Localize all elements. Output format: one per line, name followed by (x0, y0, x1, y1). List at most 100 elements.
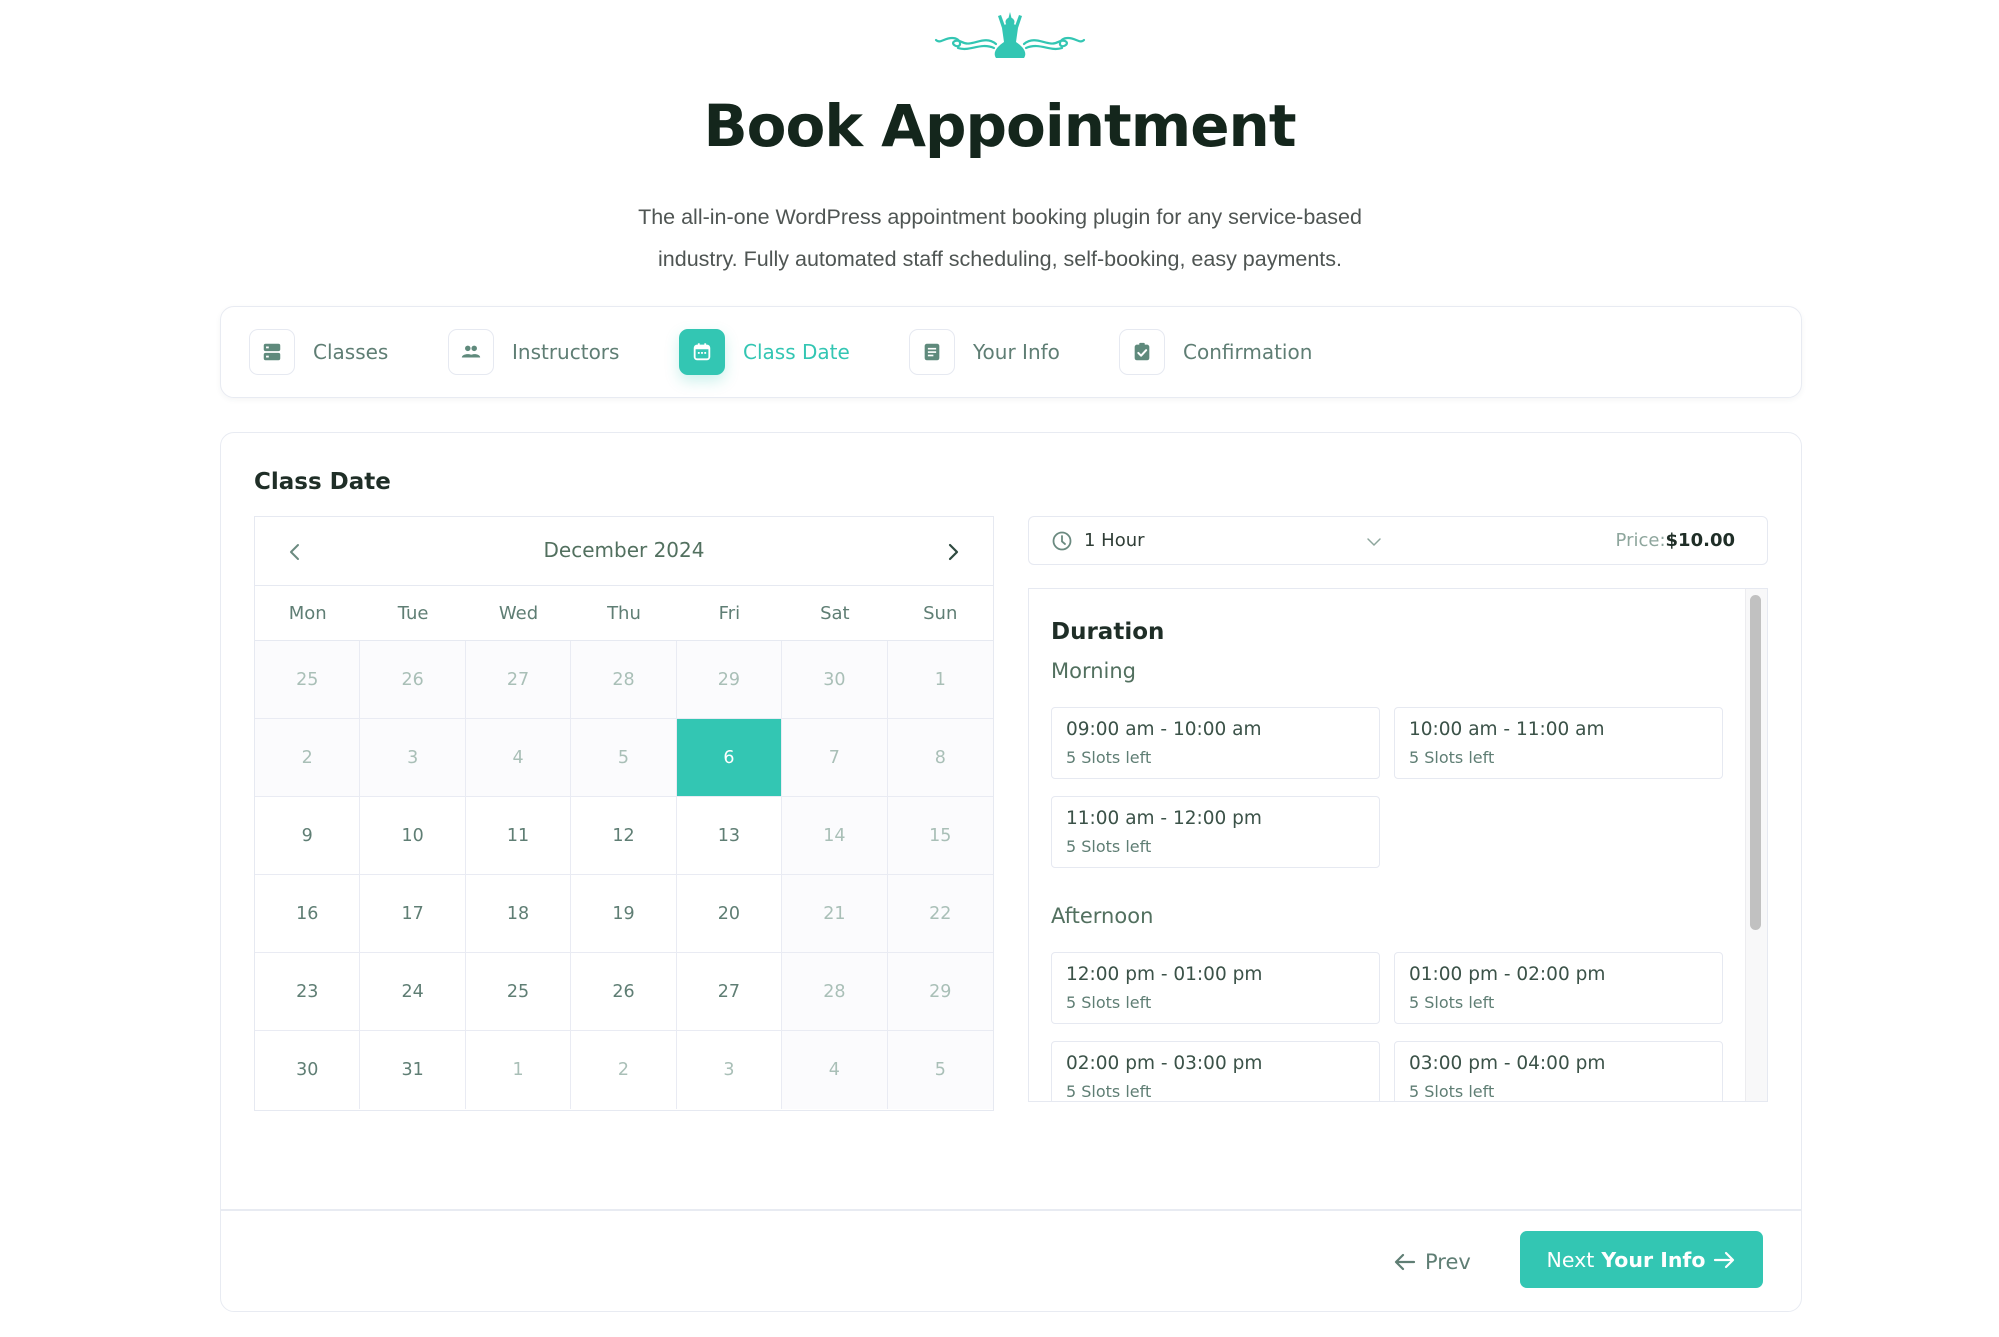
step-tab-confirmation[interactable]: Confirmation (1119, 329, 1312, 375)
weekday-label: Mon (288, 603, 327, 624)
page-title: Book Appointment (703, 92, 1296, 160)
slots-title: Duration (1051, 619, 1165, 645)
calendar-day: 4 (782, 1031, 888, 1109)
clock-icon (1052, 531, 1072, 551)
slot-time: 10:00 am - 11:00 am (1409, 719, 1605, 740)
slot-time: 01:00 pm - 02:00 pm (1409, 964, 1606, 985)
slot-availability: 5 Slots left (1066, 993, 1152, 1012)
step-label: Your Info (973, 340, 1060, 364)
calendar-day[interactable]: 19 (571, 875, 677, 953)
calendar-day[interactable]: 9 (255, 797, 361, 875)
time-slot[interactable]: 10:00 am - 11:00 am 5 Slots left (1394, 707, 1723, 779)
calendar-day[interactable]: 10 (360, 797, 466, 875)
calendar-day: 29 (676, 641, 783, 719)
duration-value: 1 Hour (1084, 530, 1145, 551)
slot-time: 03:00 pm - 04:00 pm (1409, 1053, 1606, 1074)
step-label: Class Date (743, 340, 850, 364)
chevron-right-icon (948, 543, 959, 561)
slots-scrollbar[interactable] (1745, 589, 1767, 1101)
document-icon (909, 329, 955, 375)
price-label: Price: (1615, 530, 1666, 551)
step-tab-your-info[interactable]: Your Info (909, 329, 1060, 375)
step-tab-class-date[interactable]: Class Date (679, 329, 850, 375)
calendar-day: 21 (782, 875, 888, 953)
calendar-day: 25 (255, 641, 361, 719)
slot-time: 11:00 am - 12:00 pm (1066, 808, 1262, 829)
footer-divider (221, 1209, 1801, 1211)
calendar-day: 22 (887, 875, 993, 953)
calendar-day[interactable]: 13 (676, 797, 783, 875)
price-display: Price:$10.00 (1616, 530, 1735, 551)
date-calendar: December 2024 Mon Tue Wed Thu Fri Sat Sun 25 26… (254, 516, 994, 1111)
booking-form-card: Class Date December 2024 Mon Tue Wed Thu Fri… (220, 432, 1802, 1312)
calendar-weekdays: Mon Tue Wed Thu Fri Sat Sun (255, 586, 993, 641)
calendar-day[interactable]: 12 (571, 797, 677, 875)
time-slot[interactable]: 09:00 am - 10:00 am 5 Slots left (1051, 707, 1380, 779)
slot-availability: 5 Slots left (1066, 1082, 1152, 1101)
slot-availability: 5 Slots left (1409, 993, 1495, 1012)
next-label: Next (1546, 1247, 1595, 1272)
section-title: Class Date (254, 469, 391, 495)
calendar-day: 5 (571, 719, 677, 797)
weekday-label: Sun (923, 603, 958, 624)
calendar-day: 2 (571, 1031, 677, 1109)
calendar-day: 4 (465, 719, 572, 797)
calendar-day-selected[interactable]: 6 (676, 719, 783, 797)
calendar-day[interactable]: 24 (360, 953, 466, 1031)
calendar-day[interactable]: 31 (360, 1031, 466, 1109)
time-slot[interactable]: 01:00 pm - 02:00 pm 5 Slots left (1394, 952, 1723, 1024)
weekday-label: Fri (718, 603, 741, 624)
price-value: $10.00 (1665, 530, 1735, 551)
calendar-day[interactable]: 17 (360, 875, 466, 953)
step-tab-instructors[interactable]: Instructors (448, 329, 619, 375)
calendar-day[interactable]: 30 (255, 1031, 361, 1109)
calendar-day: 7 (782, 719, 888, 797)
slot-availability: 5 Slots left (1409, 1082, 1495, 1101)
calendar-day: 3 (360, 719, 466, 797)
calendar-day: 1 (887, 641, 993, 719)
calendar-day[interactable]: 27 (676, 953, 783, 1031)
calendar-day[interactable]: 26 (571, 953, 677, 1031)
time-slot[interactable]: 03:00 pm - 04:00 pm 5 Slots left (1394, 1041, 1723, 1101)
subtitle-line: industry. Fully automated staff scheduli… (658, 247, 1342, 271)
calendar-days-grid: 25 26 27 28 29 30 1 2 3 4 5 6 7 8 9 10 11 12 13 14 15 16 17 18 1… (255, 641, 993, 1109)
period-label: Morning (1051, 659, 1137, 683)
prev-button[interactable]: Prev (1393, 1245, 1471, 1279)
time-slot[interactable]: 02:00 pm - 03:00 pm 5 Slots left (1051, 1041, 1380, 1101)
weekday-label: Thu (607, 603, 641, 624)
next-month-button[interactable] (935, 534, 971, 570)
yoga-logo-icon (934, 12, 1086, 58)
next-button[interactable]: Next Your Info (1520, 1231, 1763, 1288)
calendar-day[interactable]: 18 (465, 875, 572, 953)
calendar-day: 3 (676, 1031, 783, 1109)
slot-availability: 5 Slots left (1066, 748, 1152, 767)
calendar-day: 14 (782, 797, 888, 875)
weekday-label: Wed (498, 603, 539, 624)
calendar-day: 28 (782, 953, 888, 1031)
time-slot[interactable]: 11:00 am - 12:00 pm 5 Slots left (1051, 796, 1380, 868)
prev-label: Prev (1425, 1250, 1471, 1274)
step-tab-classes[interactable]: Classes (249, 329, 388, 375)
slots-scrollbar-thumb[interactable] (1750, 595, 1761, 930)
calendar-day[interactable]: 16 (255, 875, 361, 953)
calendar-day[interactable]: 23 (255, 953, 361, 1031)
booking-steps-bar: Classes Instructors Class Date Your Info… (220, 306, 1802, 398)
calendar-day[interactable]: 25 (465, 953, 572, 1031)
weekday-label: Tue (397, 603, 429, 624)
calendar-day[interactable]: 11 (465, 797, 572, 875)
slot-availability: 5 Slots left (1409, 748, 1495, 767)
duration-dropdown[interactable]: 1 Hour Price:$10.00 (1028, 516, 1768, 565)
calendar-day: 15 (887, 797, 993, 875)
calendar-day: 28 (571, 641, 677, 719)
weekday-label: Sat (820, 603, 850, 624)
slot-time: 02:00 pm - 03:00 pm (1066, 1053, 1263, 1074)
calendar-month-label: December 2024 (543, 538, 705, 562)
slot-availability: 5 Slots left (1066, 837, 1152, 856)
page-subtitle: The all-in-one WordPress appointment boo… (560, 196, 1440, 280)
server-stack-icon (249, 329, 295, 375)
time-slot[interactable]: 12:00 pm - 01:00 pm 5 Slots left (1051, 952, 1380, 1024)
arrow-left-icon (1394, 1253, 1416, 1271)
calendar-day: 8 (887, 719, 993, 797)
step-label: Instructors (512, 340, 620, 364)
calendar-day[interactable]: 20 (676, 875, 783, 953)
